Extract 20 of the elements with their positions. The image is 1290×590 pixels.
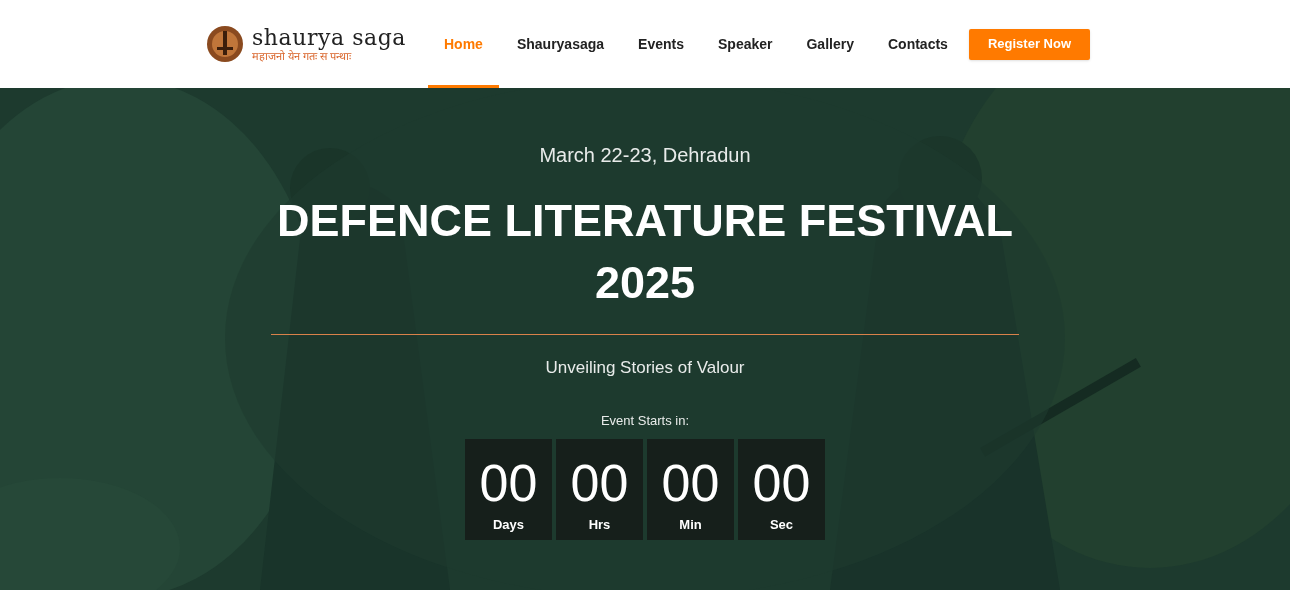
event-date: March 22-23, Dehradun (539, 143, 751, 168)
nav-link[interactable]: Shauryasaga (500, 0, 621, 88)
logo-tagline: महाजनो येन गतः स पन्थाः (252, 50, 353, 62)
nav-link[interactable]: Events (622, 0, 700, 88)
logo-name: shaurya saga (252, 26, 406, 49)
nav-link[interactable]: Contacts (871, 0, 964, 88)
nav-link[interactable]: Speaker (702, 0, 789, 88)
emblem-icon (206, 25, 244, 63)
countdown-unit: Days (492, 516, 525, 534)
countdown-unit: Hrs (588, 516, 611, 534)
nav-link[interactable]: Gallery (790, 0, 870, 88)
countdown-value: 00 (479, 457, 538, 509)
countdown-unit: Sec (769, 516, 794, 534)
countdown-label: Event Starts in: (600, 411, 690, 430)
countdown-value: 00 (570, 457, 629, 509)
hero-subtitle: Unveiling Stories of Valour (545, 357, 745, 379)
countdown-value: 00 (752, 457, 811, 509)
hero-title: DEFENCE LITERATURE FESTIVAL 2025 (276, 194, 1014, 310)
countdown-unit: Min (679, 516, 702, 534)
countdown-value: 00 (661, 457, 720, 509)
